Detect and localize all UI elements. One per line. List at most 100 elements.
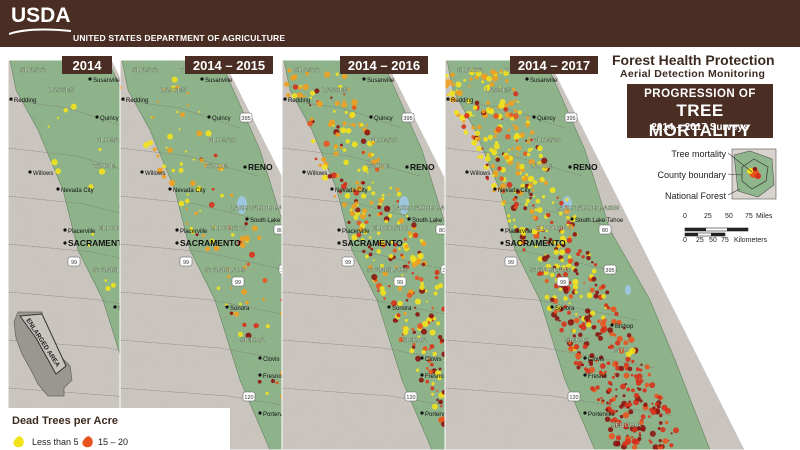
- city-marker-icon: [532, 115, 536, 119]
- scale-km-50: 50: [709, 237, 717, 244]
- place-label: Nevada City: [61, 188, 94, 194]
- map-title-box: PROGRESSION OF TREE MORTALITY 2014 – 201…: [627, 84, 773, 140]
- city-marker-icon: [420, 356, 424, 360]
- inset-legend-icon: [728, 148, 777, 200]
- highway-number: 120: [406, 395, 415, 401]
- city-marker-icon: [56, 187, 60, 191]
- title-line-2: TREE MORTALITY: [648, 101, 752, 140]
- place-label: PLUMAS: [370, 137, 398, 144]
- place-label: LAKE TAHOE BASIN: [555, 205, 619, 212]
- place-label: LASSEN: [48, 87, 75, 94]
- title-line-3: 2014 – 2017 Surveys: [651, 122, 749, 133]
- city-marker-icon: [245, 217, 249, 221]
- city-marker-icon: [420, 411, 424, 415]
- city-marker-icon: [168, 187, 172, 191]
- title-line-1: PROGRESSION OF: [644, 88, 756, 100]
- highway-number: 99: [397, 280, 403, 286]
- city-marker-icon: [550, 305, 554, 309]
- city-marker-icon: [610, 323, 614, 327]
- place-label: Susanville: [367, 78, 395, 84]
- place-label: STANISLAUS: [205, 267, 247, 274]
- city-marker-icon: [568, 165, 572, 169]
- city-marker-icon: [63, 228, 67, 232]
- place-label: Redding: [14, 98, 36, 104]
- place-label: SEQUOIA: [611, 422, 641, 429]
- place-label: Clovis: [425, 357, 441, 363]
- place-label: INYO: [613, 347, 629, 354]
- city-marker-icon: [570, 217, 574, 221]
- scale-km-unit: Kilometers: [734, 237, 768, 244]
- place-label: Placerville: [505, 229, 533, 235]
- place-label: Redding: [288, 98, 310, 104]
- place-label: SACRAMENTO: [180, 238, 241, 248]
- place-label: Fresno: [263, 374, 282, 380]
- place-label: Willows: [33, 171, 53, 177]
- city-marker-icon: [207, 115, 211, 119]
- place-label: LASSEN: [485, 87, 512, 94]
- highway-number: 395: [403, 116, 412, 122]
- scale-miles-unit: Miles: [756, 213, 773, 220]
- city-marker-icon: [121, 97, 125, 101]
- place-label: Porterville: [588, 412, 615, 418]
- place-label: SIERRA: [565, 337, 590, 344]
- city-marker-icon: [225, 305, 229, 309]
- city-marker-icon: [113, 305, 117, 309]
- place-label: Clovis: [588, 357, 604, 363]
- place-label: Willows: [470, 171, 490, 177]
- scale-miles-25: 25: [704, 213, 712, 220]
- city-marker-icon: [283, 97, 287, 101]
- place-label: TAHOE: [367, 163, 390, 170]
- legend-national-forest-label: National Forest: [664, 191, 726, 201]
- place-label: Quincy: [212, 116, 231, 122]
- california-locator-map: ENLARGED AREA: [13, 311, 73, 397]
- city-marker-icon: [258, 411, 262, 415]
- place-label: STANISLAUS: [367, 267, 409, 274]
- place-label: Willows: [307, 171, 327, 177]
- place-label: TAHOE: [205, 163, 228, 170]
- place-label: ELDORADO: [372, 225, 409, 232]
- place-label: LASSEN: [322, 87, 349, 94]
- place-label: RENO: [410, 162, 435, 172]
- city-marker-icon: [493, 187, 497, 191]
- year-label: 2014 – 2015: [193, 58, 265, 73]
- place-label: Redding: [451, 98, 473, 104]
- place-label: PLUMAS: [533, 137, 561, 144]
- city-marker-icon: [362, 77, 366, 81]
- place-label: SIERRA: [402, 337, 427, 344]
- place-label: Sonora: [392, 306, 412, 312]
- city-marker-icon: [525, 77, 529, 81]
- city-marker-icon: [405, 165, 409, 169]
- city-marker-icon: [243, 165, 247, 169]
- city-marker-icon: [337, 228, 341, 232]
- city-marker-icon: [337, 241, 341, 245]
- city-marker-icon: [583, 411, 587, 415]
- place-label: TAHOE: [530, 163, 553, 170]
- place-label: South Lake Tahoe: [575, 218, 624, 224]
- city-marker-icon: [446, 97, 450, 101]
- city-marker-icon: [302, 170, 306, 174]
- place-label: SIERRA: [240, 337, 265, 344]
- place-label: SHASTA: [294, 67, 321, 74]
- place-label: Redding: [126, 98, 148, 104]
- usda-logo[interactable]: USDA: [9, 5, 71, 35]
- city-marker-icon: [258, 356, 262, 360]
- city-marker-icon: [95, 115, 99, 119]
- place-label: Sonora: [555, 306, 575, 312]
- city-marker-icon: [420, 373, 424, 377]
- department-name: UNITED STATES DEPARTMENT OF AGRICULTURE: [73, 33, 286, 43]
- city-marker-icon: [330, 187, 334, 191]
- place-label: Quincy: [374, 116, 393, 122]
- highway-number: 99: [508, 260, 514, 266]
- scale-km-75: 75: [721, 237, 729, 244]
- place-label: Placerville: [180, 229, 208, 235]
- usda-logo-text: USDA: [11, 4, 71, 27]
- place-label: SHASTA: [20, 67, 47, 74]
- scale-km-0: 0: [683, 237, 687, 244]
- place-label: SHASTA: [457, 67, 484, 74]
- highway-number: 395: [605, 268, 614, 274]
- city-marker-icon: [63, 241, 67, 245]
- place-label: RENO: [573, 162, 598, 172]
- place-label: ELDORADO: [210, 225, 247, 232]
- place-label: Susanville: [93, 78, 121, 84]
- place-label: Willows: [145, 171, 165, 177]
